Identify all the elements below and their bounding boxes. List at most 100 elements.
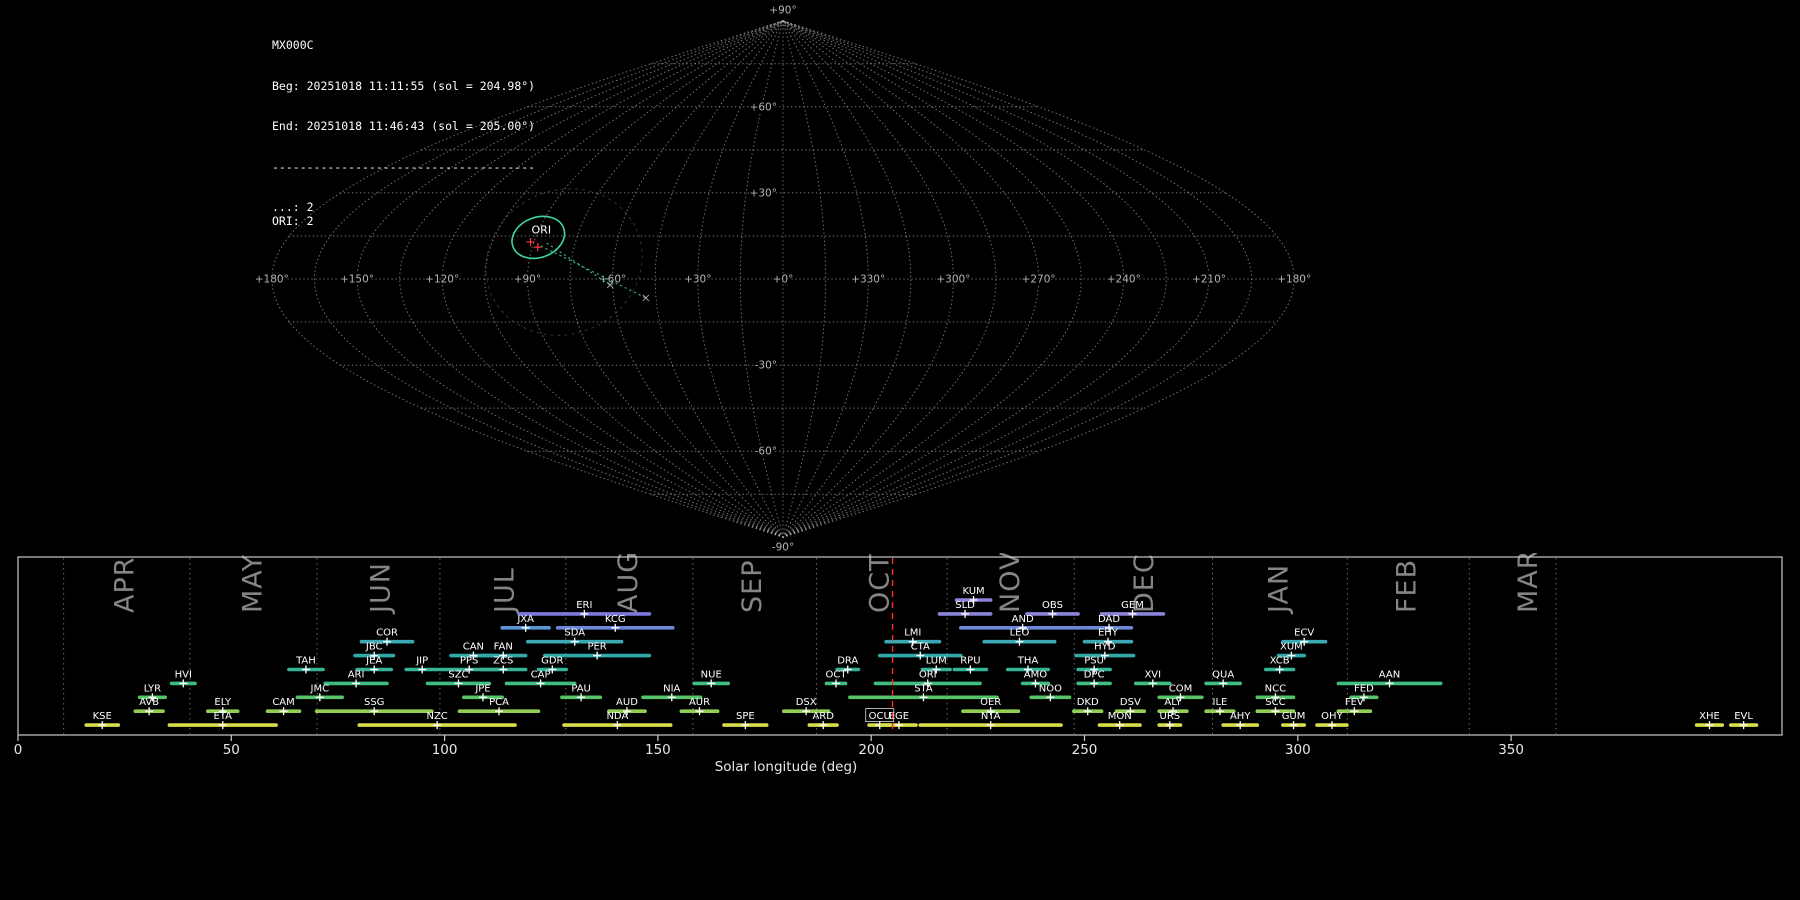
shower-activity-urs: URS [1159,711,1180,729]
month-label: MAY [238,554,269,613]
shower-label: MON [1108,711,1132,722]
shower-label: OCU [869,711,891,722]
shower-activity-pca: PCA [460,697,539,715]
shower-label: KUM [962,586,984,597]
longitude-label: +180° [1277,274,1311,286]
shower-label: LMI [904,628,921,639]
shower-activity-timeline: APRMAYJUNJULAUGSEPOCTNOVDECJANFEBMAR0501… [0,553,1800,793]
meteor-radiant-figure: MX000C Beg: 20251018 11:11:55 (sol = 204… [0,0,1800,900]
longitude-label: +300° [936,274,970,286]
shower-label: NTA [981,711,1001,722]
shower-label: SLD [955,600,975,611]
month-label: JUN [366,562,397,615]
shower-activity-dkd: DKD [1074,697,1102,715]
shower-activity-gum: GUM [1282,711,1306,729]
x-tick-label: 100 [432,742,458,758]
shower-activity-fev: FEV [1338,697,1370,715]
shower-label: LEO [1010,628,1030,639]
shower-label: QUA [1212,669,1234,680]
meteor-track-line [541,246,646,298]
shower-activity-nda: NDA [564,711,671,729]
x-tick-label: 50 [223,742,240,758]
shower-label: HVI [175,669,192,680]
longitude-label: +270° [1022,274,1056,286]
shower-activity-tah: TAH [289,656,323,674]
shower-activity-rpu: RPU [954,656,986,674]
shower-label: STA [914,683,933,694]
shower-label: OCT [826,669,848,680]
shower-activity-jxa: JXA [502,614,549,632]
shower-label: GUM [1282,711,1306,722]
session-begin: Beg: 20251018 11:11:55 (sol = 204.98°) [272,80,535,94]
shower-activity-ssg: SSG [317,697,432,715]
shower-activity-eta: ETA [169,711,276,729]
shower-label: AUD [616,697,638,708]
shower-label: JEA [365,656,382,667]
longitude-label: +120° [425,274,459,286]
month-label: FEB [1392,559,1423,613]
shower-activity-kse: KSE [86,711,118,729]
shower-label: THA [1017,656,1039,667]
shower-label: JBC [365,642,383,653]
longitude-label: +60° [599,274,626,286]
shower-label: ARI [348,669,365,680]
shower-activity-ahy: AHY [1223,711,1257,729]
month-label: APR [110,556,141,613]
shower-activity-sda: SDA [528,628,622,646]
shower-label: DKD [1077,697,1099,708]
shower-label: JXA [516,614,534,625]
shower-label: NOO [1039,683,1062,694]
month-label: OCT [865,553,896,613]
latitude-label: +30° [750,187,777,199]
shower-label: KSE [93,711,112,722]
shower-label: JIP [415,656,428,667]
longitude-label: +90° [514,274,541,286]
shower-label: AHY [1230,711,1251,722]
shower-label: COR [376,628,398,639]
shower-label: JMC [310,683,330,694]
month-label: JAN [1264,564,1295,615]
shower-label: ECV [1294,628,1314,639]
month-label: MAR [1513,553,1544,613]
latitude-label: +60° [750,101,777,113]
shower-label: KCG [605,614,626,625]
shower-activity-jip: JIP [406,656,438,674]
shower-label: PPS [460,656,478,667]
shower-activity-mon: MON [1099,711,1140,729]
shower-activity-oct: OCT [826,669,848,687]
month-label: JUL [489,567,520,615]
shower-label: TAH [295,656,316,667]
shower-label: XHE [1699,711,1720,722]
shower-label: DPC [1084,669,1105,680]
x-tick-label: 150 [645,742,671,758]
shower-activity-nue: NUE [694,669,728,687]
shower-activity-noo: NOO [1031,683,1069,701]
shower-label: EHY [1098,628,1119,639]
shower-label: ORI [919,669,937,680]
shower-activity-xvi: XVI [1136,669,1170,687]
shower-count-line: ORI: 2 [272,215,535,229]
shower-label: NIA [663,683,680,694]
shower-label: HYD [1094,642,1116,653]
shower-label: SSG [364,697,384,708]
shower-label: DAD [1098,614,1120,625]
longitude-label: +180° [255,274,289,286]
pole-label-north: +90° [769,5,796,17]
shower-activity-sta: STA [850,683,997,701]
shower-label: CAN [463,642,484,653]
shower-activity-ohy: OHY [1317,711,1347,729]
sky-map-projection: +90°-90°+60°+30°-30°-60°+180°+150°+120°+… [0,0,1800,553]
shower-label: PCA [489,697,509,708]
shower-activity-cap: CAP [506,669,574,687]
shower-label: CTA [911,642,930,653]
shower-label: AUR [689,697,710,708]
shower-label: ILE [1213,697,1228,708]
longitude-label: +30° [684,274,711,286]
shower-label: RPU [960,656,980,667]
x-tick-label: 200 [858,742,884,758]
shower-activity-jmc: JMC [297,683,342,701]
shower-activity-xhe: XHE [1697,711,1723,729]
shower-activity-ard: ARD [809,711,837,729]
shower-label: AND [1012,614,1034,625]
longitude-label: +0° [773,274,794,286]
